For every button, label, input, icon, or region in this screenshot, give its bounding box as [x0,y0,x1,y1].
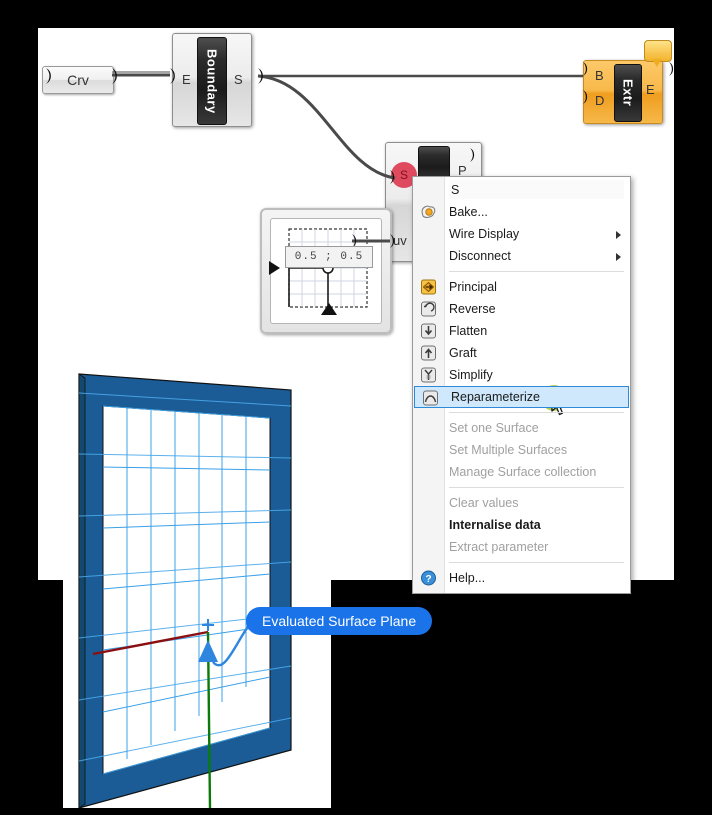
context-menu-nickname-value: S [451,182,460,197]
menu-separator [449,562,624,563]
menu-item-reparameterize-label: Reparameterize [451,390,540,404]
md-slider-handle-v[interactable] [321,303,337,315]
flatten-icon [419,322,438,340]
boundary-output-S[interactable]: S [234,72,243,87]
menu-separator [449,412,624,413]
callout-pill: Evaluated Surface Plane [246,607,433,635]
md-slider-handle-u[interactable] [269,261,280,275]
frame-opening [102,405,271,775]
menu-item-set-multiple-surfaces: Set Multiple Surfaces [413,439,630,461]
menu-item-clear-values: Clear values [413,492,630,514]
extrude-component-title: Extr [620,79,636,107]
menu-item-help[interactable]: ? Help... [413,567,630,589]
menu-separator [449,487,624,488]
menu-item-manage-surface-collection: Manage Surface collection [413,461,630,483]
submenu-arrow-icon [616,231,621,239]
extrude-output-E[interactable]: E [646,82,655,97]
md-slider[interactable]: 0.5 ; 0.5 [260,208,392,334]
reverse-icon [419,300,438,318]
menu-item-reverse-label: Reverse [449,302,496,316]
menu-item-internalise-data[interactable]: Internalise data [413,514,630,536]
menu-item-graft-label: Graft [449,346,477,360]
principal-icon [419,278,438,296]
menu-item-disconnect-label: Disconnect [449,249,511,263]
menu-item-manage-surface-collection-label: Manage Surface collection [449,465,597,479]
input-S-label: S [399,168,408,182]
boundary-component[interactable]: Boundary E S [172,33,252,127]
extrude-input-B[interactable]: B [595,68,604,83]
menu-item-principal-label: Principal [449,280,497,294]
bake-icon [419,203,438,221]
menu-item-internalise-data-label: Internalise data [449,518,541,532]
menu-item-reparameterize[interactable]: Reparameterize [414,386,629,408]
menu-item-reverse[interactable]: Reverse [413,298,630,320]
boundary-component-core: Boundary [197,37,227,125]
curve-parameter-capsule[interactable]: Crv [42,66,114,94]
rhino-viewport[interactable] [63,362,331,809]
reparameterize-icon [421,389,440,407]
menu-item-flatten[interactable]: Flatten [413,320,630,342]
menu-item-set-one-surface: Set one Surface [413,417,630,439]
menu-item-simplify-label: Simplify [449,368,493,382]
menu-item-bake-label: Bake... [449,205,488,219]
help-icon: ? [419,569,438,587]
menu-item-bake[interactable]: Bake... [413,201,630,223]
viewport-geometry [78,373,292,809]
curve-parameter-label: Crv [67,72,89,88]
menu-item-wire-display-label: Wire Display [449,227,520,241]
menu-item-clear-values-label: Clear values [449,496,519,510]
menu-item-extract-parameter: Extract parameter [413,536,630,558]
extrude-component-core: Extr [614,64,642,122]
menu-item-set-one-surface-label: Set one Surface [449,421,539,435]
menu-item-disconnect[interactable]: Disconnect [413,245,630,267]
callout-pill-label: Evaluated Surface Plane [262,613,417,629]
menu-item-graft[interactable]: Graft [413,342,630,364]
simplify-icon [419,366,438,384]
menu-item-wire-display[interactable]: Wire Display [413,223,630,245]
md-slider-field[interactable] [269,218,382,324]
menu-item-help-label: Help... [449,571,486,585]
svg-text:?: ? [425,574,431,585]
extrude-input-D[interactable]: D [595,93,604,108]
menu-separator [449,271,624,272]
menu-item-set-multiple-surfaces-label: Set Multiple Surfaces [449,443,568,457]
context-menu[interactable]: S Bake... Wire Display Disconnect Princi… [412,176,631,594]
submenu-arrow-icon [616,253,621,261]
context-menu-nickname-field[interactable]: S [449,180,624,199]
extrude-component[interactable]: Extr B D E [583,60,663,124]
menu-item-principal[interactable]: Principal [413,276,630,298]
menu-item-extract-parameter-label: Extract parameter [449,540,549,554]
menu-item-simplify[interactable]: Simplify [413,364,630,386]
evaluate-surface-input-uv[interactable]: uv [393,233,407,248]
boundary-component-title: Boundary [204,48,220,114]
warning-balloon-icon[interactable] [644,40,672,67]
menu-item-flatten-label: Flatten [449,324,488,338]
graft-icon [419,344,438,362]
boundary-input-E[interactable]: E [182,72,191,87]
md-slider-value: 0.5 ; 0.5 [285,246,373,268]
